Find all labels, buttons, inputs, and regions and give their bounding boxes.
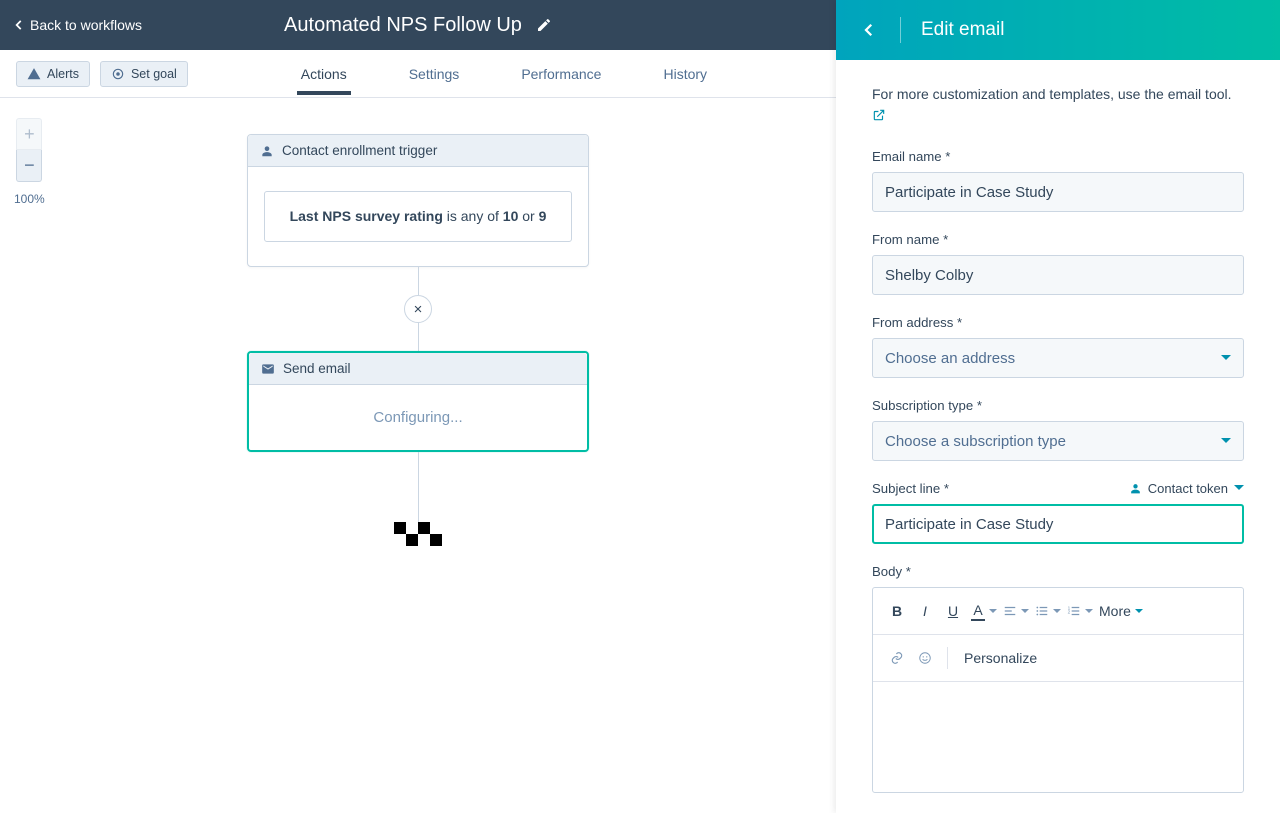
- chevron-down-icon: [1221, 355, 1231, 365]
- chevron-down-icon: [1221, 438, 1231, 448]
- set-goal-label: Set goal: [131, 67, 177, 81]
- from-address-placeholder: Choose an address: [885, 350, 1015, 367]
- target-icon: [111, 67, 125, 81]
- alert-triangle-icon: [27, 67, 41, 81]
- edit-email-panel: Edit email For more customization and te…: [836, 0, 1280, 813]
- remove-node-button[interactable]: ×: [404, 295, 432, 323]
- label-from-address: From address *: [872, 315, 1244, 330]
- chevron-down-icon: [1021, 609, 1029, 617]
- send-email-card[interactable]: Send email Configuring...: [247, 351, 589, 452]
- zoom-out-button[interactable]: −: [16, 150, 42, 182]
- label-from-name: From name *: [872, 232, 1244, 247]
- helper-text: For more customization and templates, us…: [872, 84, 1244, 127]
- panel-title: Edit email: [921, 19, 1004, 41]
- align-left-icon: [1003, 604, 1017, 618]
- separator: [947, 647, 948, 669]
- label-body: Body *: [872, 564, 1244, 579]
- alerts-label: Alerts: [47, 67, 79, 81]
- subscription-select[interactable]: Choose a subscription type: [872, 421, 1244, 461]
- separator: [900, 17, 901, 43]
- chevron-down-icon: [989, 609, 997, 617]
- tab-history[interactable]: History: [659, 53, 711, 95]
- field-body: Body * B I U A: [872, 564, 1244, 793]
- from-name-input[interactable]: [872, 255, 1244, 295]
- bullet-list-icon: [1035, 604, 1049, 618]
- zoom-controls: + − 100%: [14, 118, 45, 206]
- tab-performance[interactable]: Performance: [517, 53, 605, 95]
- external-link-icon: [872, 108, 886, 122]
- subscription-placeholder: Choose a subscription type: [885, 433, 1066, 450]
- link-icon: [890, 651, 904, 665]
- body-textarea[interactable]: [873, 682, 1243, 792]
- chevron-down-icon: [1234, 485, 1244, 495]
- zoom-in-button: +: [16, 118, 42, 150]
- text-color-button[interactable]: A: [967, 596, 999, 626]
- tab-settings[interactable]: Settings: [405, 53, 464, 95]
- smiley-icon: [918, 651, 932, 665]
- trigger-card-title: Contact enrollment trigger: [282, 143, 437, 158]
- workflow-canvas: + − 100% Contact enrollment trigger Last…: [0, 98, 836, 813]
- align-button[interactable]: [999, 596, 1031, 626]
- action-status: Configuring...: [249, 385, 587, 450]
- italic-button[interactable]: I: [911, 596, 939, 626]
- action-card-title: Send email: [283, 361, 351, 376]
- pencil-icon[interactable]: [536, 17, 552, 33]
- enrollment-trigger-card[interactable]: Contact enrollment trigger Last NPS surv…: [247, 134, 589, 267]
- contact-token-link[interactable]: Contact token: [1129, 481, 1244, 496]
- workflow-title: Automated NPS Follow Up: [284, 14, 522, 37]
- workflow-end-marker: [394, 522, 442, 546]
- email-tool-link[interactable]: email tool.: [1168, 86, 1232, 102]
- svg-text:2: 2: [1068, 610, 1071, 615]
- numbered-list-button[interactable]: 12: [1063, 596, 1095, 626]
- contact-icon: [260, 144, 274, 158]
- chevron-down-icon: [1135, 609, 1143, 617]
- panel-header: Edit email: [836, 0, 1280, 60]
- workflow-tabs: Actions Settings Performance History: [188, 53, 820, 95]
- more-formatting-button[interactable]: More: [1095, 596, 1147, 626]
- label-email-name: Email name *: [872, 149, 1244, 164]
- panel-back-button[interactable]: [858, 19, 880, 41]
- connector-line: [418, 452, 419, 522]
- set-goal-button[interactable]: Set goal: [100, 61, 188, 87]
- from-address-select[interactable]: Choose an address: [872, 338, 1244, 378]
- contact-icon: [1129, 482, 1142, 495]
- field-subject: Subject line * Contact token: [872, 481, 1244, 544]
- alerts-button[interactable]: Alerts: [16, 61, 90, 87]
- numbered-list-icon: 12: [1067, 604, 1081, 618]
- field-from-address: From address * Choose an address: [872, 315, 1244, 378]
- insert-link-button[interactable]: [883, 643, 911, 673]
- label-subject: Subject line *: [872, 481, 949, 496]
- chevron-down-icon: [1085, 609, 1093, 617]
- underline-button[interactable]: U: [939, 596, 967, 626]
- zoom-level: 100%: [14, 192, 45, 206]
- trigger-criteria: Last NPS survey rating is any of 10 or 9: [264, 191, 572, 242]
- field-from-name: From name *: [872, 232, 1244, 295]
- tab-actions[interactable]: Actions: [297, 53, 351, 95]
- trigger-field: Last NPS survey rating: [290, 208, 443, 224]
- email-icon: [261, 362, 275, 376]
- body-editor: B I U A 12: [872, 587, 1244, 793]
- connector-line: [418, 267, 419, 295]
- chevron-left-icon: [860, 21, 878, 39]
- bold-button[interactable]: B: [883, 596, 911, 626]
- workflow-subbar: Alerts Set goal Actions Settings Perform…: [0, 50, 836, 98]
- insert-emoji-button[interactable]: [911, 643, 939, 673]
- close-icon: ×: [414, 301, 423, 318]
- field-subscription-type: Subscription type * Choose a subscriptio…: [872, 398, 1244, 461]
- personalize-button[interactable]: Personalize: [956, 643, 1045, 673]
- connector-line: [418, 323, 419, 351]
- bullet-list-button[interactable]: [1031, 596, 1063, 626]
- subject-line-input[interactable]: [872, 504, 1244, 544]
- email-name-input[interactable]: [872, 172, 1244, 212]
- chevron-down-icon: [1053, 609, 1061, 617]
- panel-body: For more customization and templates, us…: [836, 60, 1280, 813]
- label-subscription: Subscription type *: [872, 398, 1244, 413]
- field-email-name: Email name *: [872, 149, 1244, 212]
